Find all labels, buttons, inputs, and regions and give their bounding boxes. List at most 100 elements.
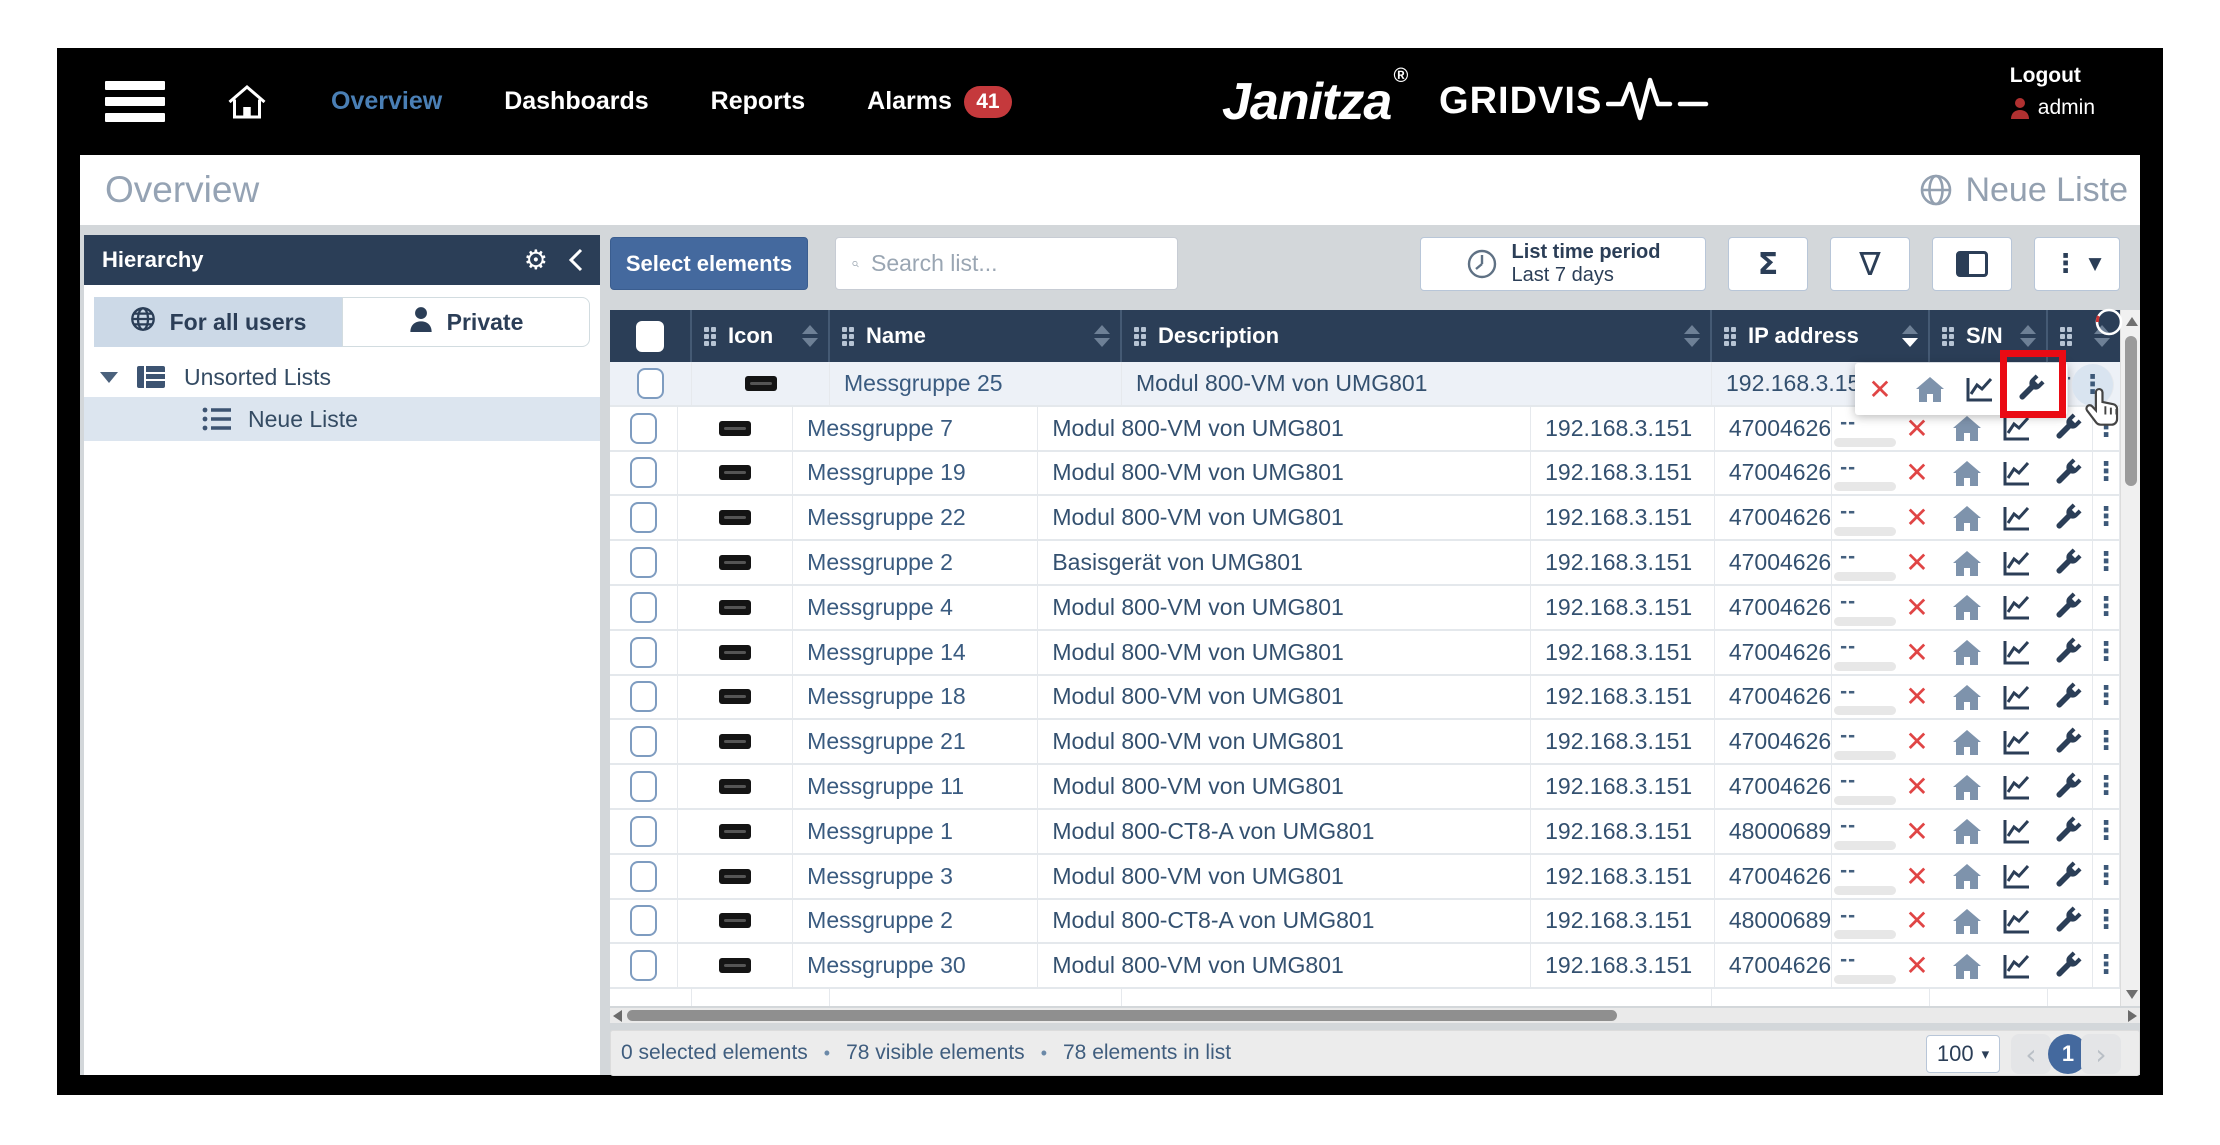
table-row[interactable]: Messgruppe 14 Modul 800-VM von UMG801 19…	[610, 631, 2120, 676]
delete-action-icon[interactable]: ✕	[1892, 412, 1942, 445]
row-checkbox[interactable]	[630, 681, 657, 712]
home-action-icon[interactable]	[1942, 816, 1992, 846]
drag-handle-icon[interactable]	[1724, 327, 1736, 346]
chart-action-icon[interactable]	[1992, 504, 2042, 532]
table-row[interactable]: Messgruppe 18 Modul 800-VM von UMG801 19…	[610, 676, 2120, 721]
home-action-icon[interactable]	[1942, 592, 1992, 622]
chart-action-icon[interactable]	[1992, 728, 2042, 756]
wrench-action-icon[interactable]	[2042, 950, 2092, 982]
table-row[interactable]: Messgruppe 2 Modul 800-CT8-A von UMG801 …	[610, 900, 2120, 945]
wrench-action-icon[interactable]	[2042, 771, 2092, 803]
row-checkbox[interactable]	[630, 413, 657, 444]
row-more-actions-button[interactable]: ⋮	[2093, 541, 2120, 584]
chart-action-icon[interactable]	[1992, 773, 2042, 801]
tree-item-neue-liste[interactable]: Neue Liste	[84, 397, 600, 441]
scroll-down-arrow[interactable]	[2126, 990, 2138, 999]
drag-handle-icon[interactable]	[1942, 327, 1954, 346]
row-checkbox[interactable]	[630, 726, 657, 757]
logout-button[interactable]: Logout	[2010, 64, 2095, 88]
next-page-button[interactable]: ›	[2081, 1034, 2121, 1074]
menu-icon[interactable]	[105, 81, 165, 122]
delete-action-icon[interactable]: ✕	[1892, 770, 1942, 803]
home-action-icon[interactable]	[1942, 548, 1992, 578]
delete-action-icon[interactable]: ✕	[1892, 546, 1942, 579]
nav-item[interactable]: Reports	[711, 87, 805, 116]
chart-action-icon[interactable]	[1992, 459, 2042, 487]
columns-button[interactable]	[1932, 237, 2012, 291]
row-more-actions-button[interactable]: ⋮	[2093, 496, 2120, 539]
scroll-right-arrow[interactable]	[2128, 1010, 2137, 1022]
horizontal-scrollbar[interactable]	[610, 1008, 2140, 1023]
column-header[interactable]: Icon	[692, 310, 830, 362]
table-row[interactable]: Messgruppe 11 Modul 800-VM von UMG801 19…	[610, 765, 2120, 810]
table-row[interactable]: Messgruppe 1 Modul 800-CT8-A von UMG801 …	[610, 810, 2120, 855]
sort-icons[interactable]	[1684, 325, 1700, 347]
home-action-icon[interactable]	[1942, 772, 1992, 802]
home-icon[interactable]	[227, 83, 267, 121]
row-more-actions-button[interactable]: ⋮	[2093, 855, 2120, 898]
chart-action-icon[interactable]	[1992, 907, 2042, 935]
table-row[interactable]: Messgruppe 4 Modul 800-VM von UMG801 192…	[610, 586, 2120, 631]
chart-action-icon[interactable]	[1992, 414, 2042, 442]
row-checkbox[interactable]	[630, 592, 657, 623]
delete-action-icon[interactable]: ✕	[1892, 456, 1942, 489]
user-name[interactable]: admin	[2010, 96, 2095, 120]
delete-action-icon[interactable]: ✕	[1892, 591, 1942, 624]
home-action-icon[interactable]	[1942, 503, 1992, 533]
row-more-actions-button[interactable]: ⋮	[2093, 765, 2120, 808]
tree-item-unsorted-lists[interactable]: Unsorted Lists	[84, 357, 600, 397]
sum-button[interactable]: Σ	[1728, 237, 1808, 291]
row-checkbox[interactable]	[630, 950, 657, 981]
row-checkbox[interactable]	[630, 637, 657, 668]
wrench-action-icon[interactable]	[2042, 591, 2092, 623]
select-all-checkbox[interactable]	[636, 321, 664, 352]
sort-icons[interactable]	[802, 325, 818, 347]
drag-handle-icon[interactable]	[2060, 327, 2072, 346]
row-more-actions-button[interactable]: ⋮	[2093, 631, 2120, 674]
delete-action-icon[interactable]: ✕	[1892, 904, 1942, 937]
column-header[interactable]: Description	[1122, 310, 1712, 362]
home-action-icon[interactable]	[1942, 413, 1992, 443]
row-checkbox[interactable]	[630, 861, 657, 892]
delete-action-icon[interactable]: ✕	[1855, 373, 1905, 406]
row-more-actions-button[interactable]: ⋮	[2093, 944, 2120, 987]
row-more-actions-button[interactable]: ⋮	[2093, 810, 2120, 853]
filter-button[interactable]: ∇	[1830, 237, 1910, 291]
delete-action-icon[interactable]: ✕	[1892, 860, 1942, 893]
table-row[interactable]: Messgruppe 25 Modul 800-VM von UMG801 19…	[610, 362, 2120, 407]
wrench-action-icon[interactable]	[2042, 726, 2092, 758]
row-more-actions-button[interactable]: ⋮	[2093, 676, 2120, 719]
home-action-icon[interactable]	[1942, 637, 1992, 667]
delete-action-icon[interactable]: ✕	[1892, 636, 1942, 669]
delete-action-icon[interactable]: ✕	[1892, 680, 1942, 713]
chart-action-icon[interactable]	[1992, 593, 2042, 621]
chart-action-icon[interactable]	[1992, 638, 2042, 666]
sort-icons[interactable]	[1902, 325, 1918, 347]
chart-action-icon[interactable]	[1992, 952, 2042, 980]
nav-item[interactable]: Alarms 41	[867, 86, 1012, 118]
home-action-icon[interactable]	[1942, 458, 1992, 488]
chart-action-icon[interactable]	[1992, 817, 2042, 845]
sort-icons[interactable]	[2020, 325, 2036, 347]
sidebar-tab[interactable]: Private	[342, 297, 590, 347]
wrench-action-icon[interactable]	[2042, 815, 2092, 847]
nav-item[interactable]: Dashboards	[504, 87, 648, 116]
delete-action-icon[interactable]: ✕	[1892, 949, 1942, 982]
search-input[interactable]	[859, 250, 1177, 277]
drag-handle-icon[interactable]	[1134, 327, 1146, 346]
vertical-scroll-thumb[interactable]	[2125, 336, 2137, 486]
row-checkbox[interactable]	[630, 771, 657, 802]
chart-action-icon[interactable]	[1992, 862, 2042, 890]
scroll-up-arrow[interactable]	[2126, 317, 2138, 326]
row-checkbox[interactable]	[630, 547, 657, 578]
table-row[interactable]: Messgruppe 3 Modul 800-VM von UMG801 192…	[610, 855, 2120, 900]
row-checkbox[interactable]	[637, 368, 664, 399]
row-more-actions-button[interactable]: ⋮	[2093, 720, 2120, 763]
delete-action-icon[interactable]: ✕	[1892, 725, 1942, 758]
gear-icon[interactable]: ⚙	[524, 247, 548, 274]
table-row[interactable]: Messgruppe 21 Modul 800-VM von UMG801 19…	[610, 720, 2120, 765]
chart-action-icon[interactable]	[1992, 549, 2042, 577]
row-checkbox[interactable]	[630, 816, 657, 847]
column-header[interactable]: IP address	[1712, 310, 1930, 362]
page-size-select[interactable]: 100 ▾	[1926, 1035, 2000, 1073]
